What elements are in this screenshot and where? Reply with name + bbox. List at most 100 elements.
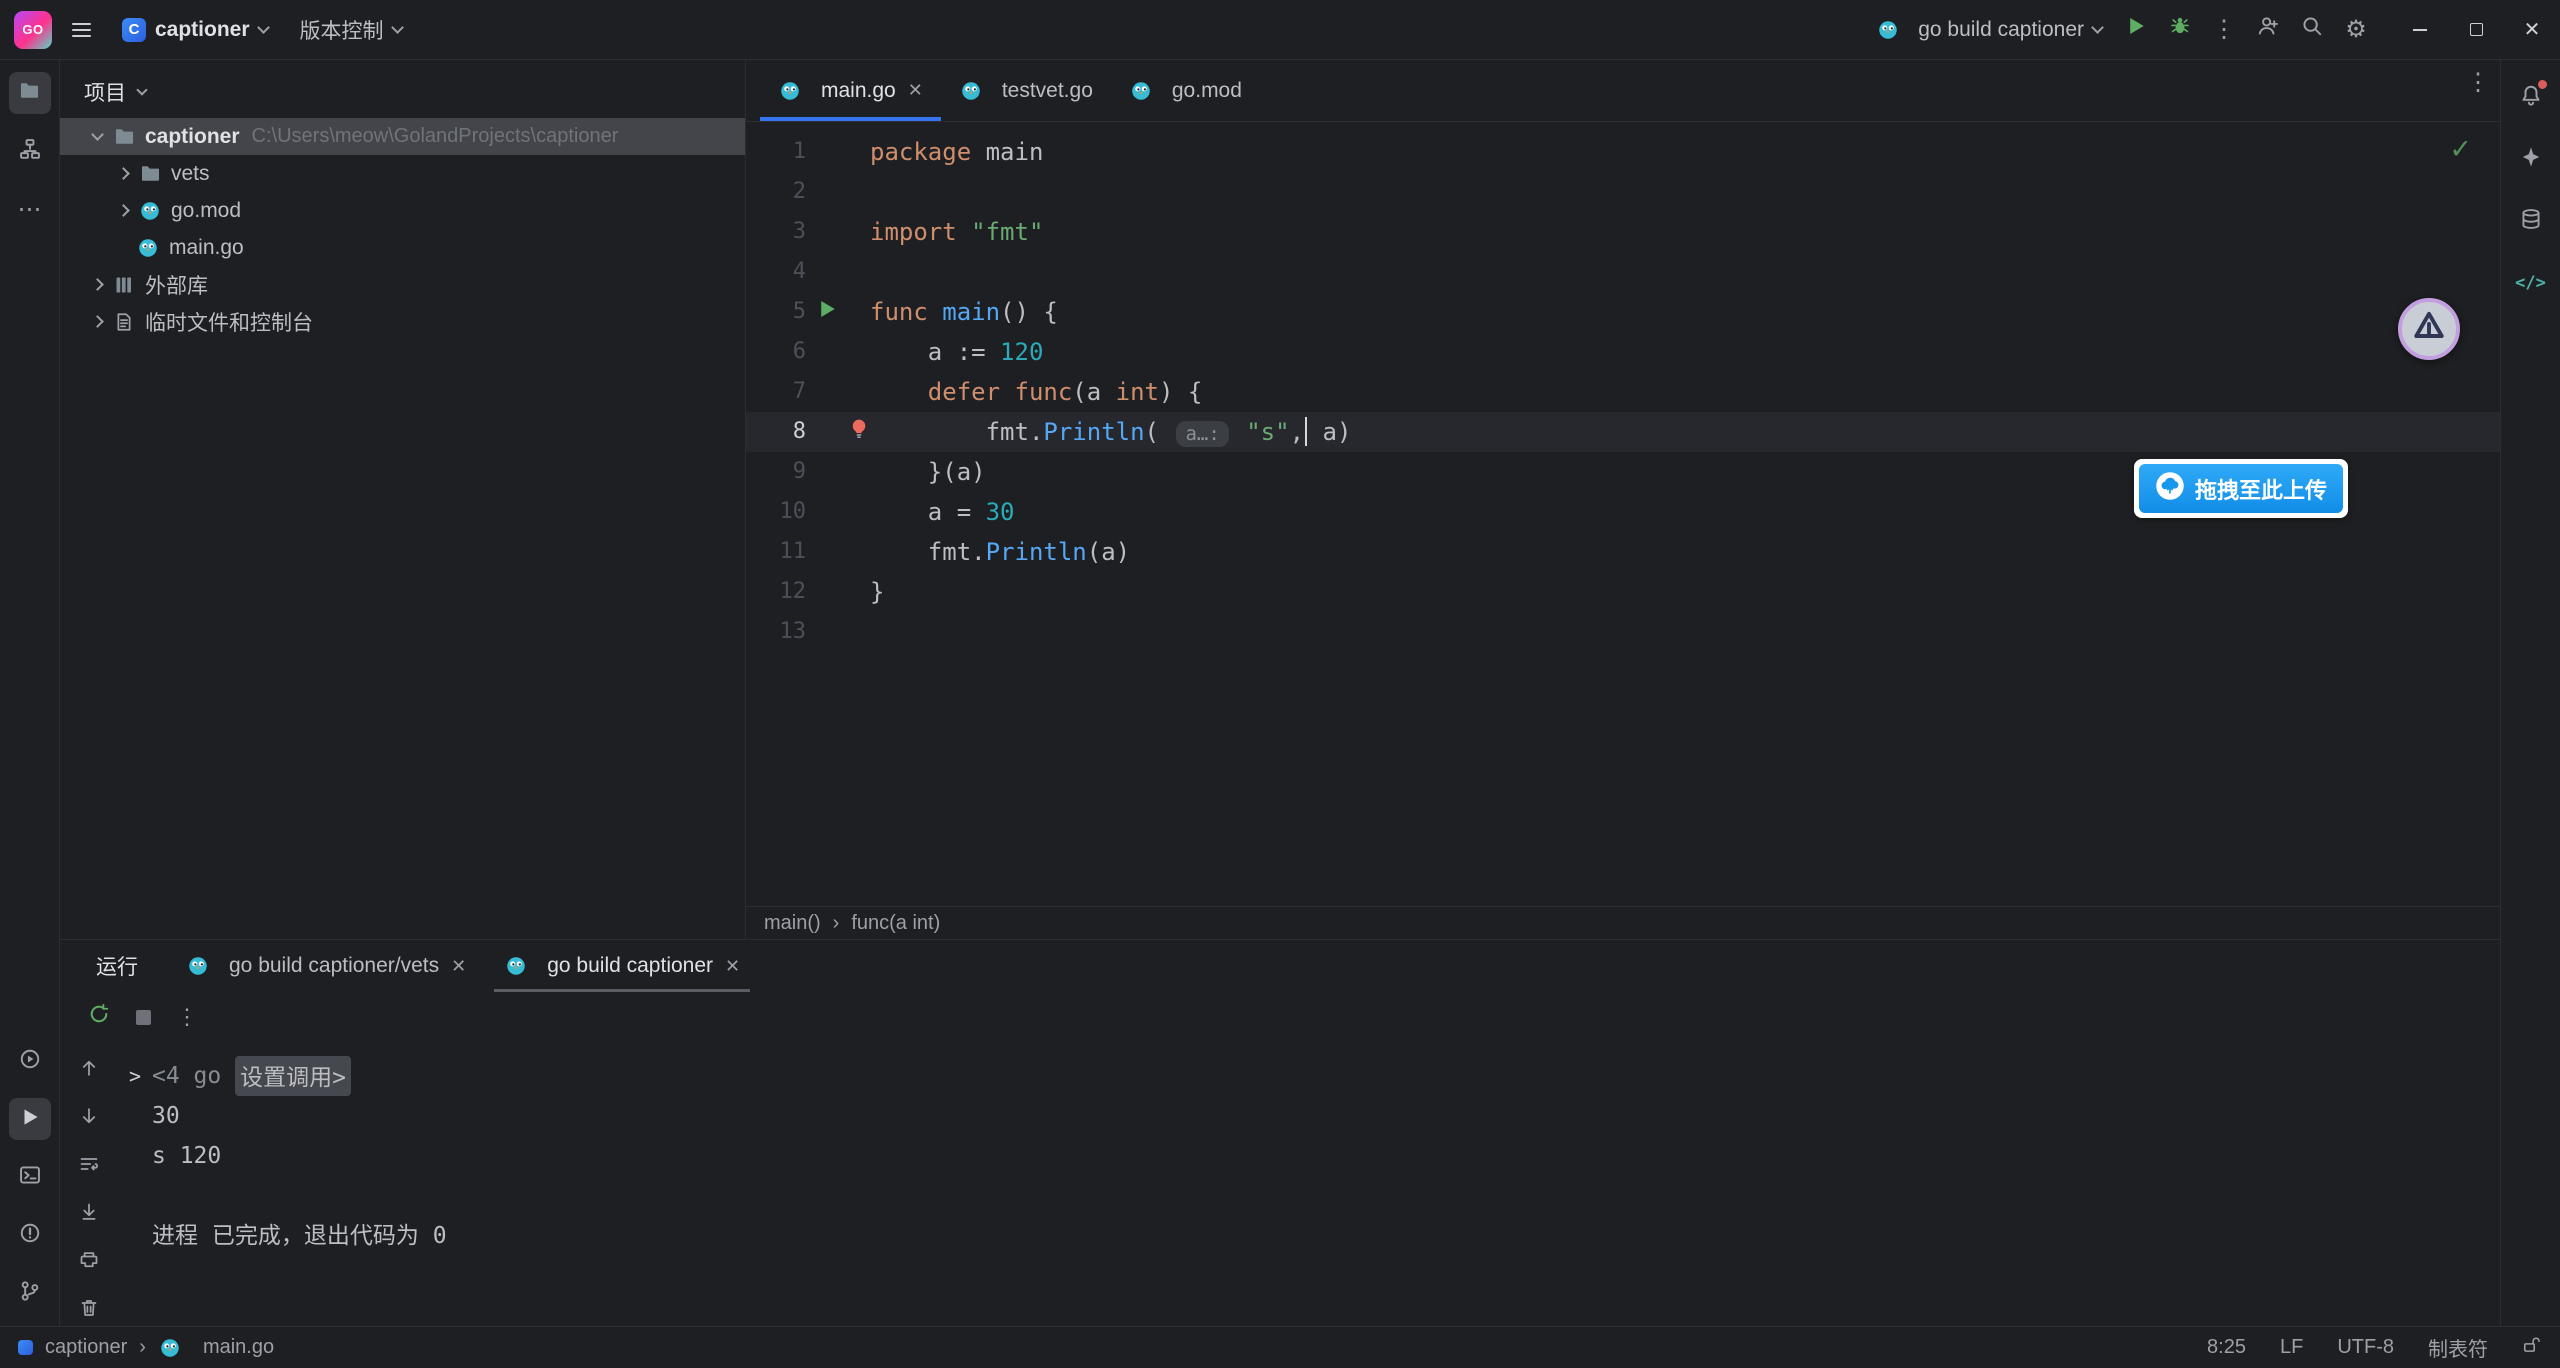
maximize-button[interactable] bbox=[2448, 0, 2504, 59]
fold-toggle-icon[interactable]: > bbox=[118, 1056, 152, 1096]
code-line[interactable]: 2 bbox=[746, 172, 2500, 212]
line-separator[interactable]: LF bbox=[2280, 1336, 2303, 1359]
line-number[interactable]: 7 bbox=[746, 372, 806, 412]
line-number[interactable]: 13 bbox=[746, 612, 806, 652]
line-number[interactable]: 10 bbox=[746, 492, 806, 532]
line-number[interactable]: 12 bbox=[746, 572, 806, 612]
clear-console-button[interactable] bbox=[67, 1295, 111, 1326]
run-tool-icon bbox=[19, 1106, 41, 1133]
code-token: main bbox=[971, 138, 1043, 166]
breadcrumb-item[interactable]: func(a int) bbox=[851, 912, 940, 935]
tool-more-button[interactable]: ⋯ bbox=[9, 188, 51, 230]
go-file-icon bbox=[959, 81, 983, 101]
tree-item-maingo[interactable]: main.go bbox=[60, 229, 745, 266]
stop-button[interactable] bbox=[124, 998, 162, 1036]
line-number[interactable]: 6 bbox=[746, 332, 806, 372]
intention-bulb-icon[interactable] bbox=[848, 412, 870, 452]
run-config-widget[interactable]: go build captioner bbox=[1864, 9, 2114, 51]
main-menu-button[interactable] bbox=[60, 9, 102, 51]
run-button[interactable] bbox=[2114, 8, 2158, 52]
close-tab-icon[interactable]: ✕ bbox=[451, 956, 466, 977]
tree-item-external-libraries[interactable]: 外部库 bbox=[60, 266, 745, 303]
inspections-ok-icon[interactable]: ✓ bbox=[2449, 134, 2472, 165]
gutter-icon-slot bbox=[806, 492, 870, 532]
line-number[interactable]: 5 bbox=[746, 292, 806, 332]
line-number[interactable]: 8 bbox=[746, 412, 806, 452]
debug-button[interactable] bbox=[2158, 8, 2202, 52]
readonly-lock-icon[interactable] bbox=[2522, 1335, 2542, 1361]
line-number[interactable]: 2 bbox=[746, 172, 806, 212]
line-number[interactable]: 11 bbox=[746, 532, 806, 572]
line-number[interactable]: 9 bbox=[746, 452, 806, 492]
next-occurrence-button[interactable] bbox=[67, 1104, 111, 1135]
status-project[interactable]: captioner bbox=[45, 1336, 127, 1359]
project-panel-header[interactable]: 项目 bbox=[60, 70, 745, 114]
code-line[interactable]: 13 bbox=[746, 612, 2500, 652]
console-gutter bbox=[118, 1096, 152, 1136]
code-with-me-button[interactable] bbox=[2246, 8, 2290, 52]
tool-structure-button[interactable] bbox=[9, 130, 51, 172]
tree-item-scratches[interactable]: 临时文件和控制台 bbox=[60, 303, 745, 340]
soft-wrap-button[interactable] bbox=[67, 1152, 111, 1183]
close-tab-icon[interactable]: ✕ bbox=[725, 956, 740, 977]
code-line[interactable]: 6 a := 120 bbox=[746, 332, 2500, 372]
file-encoding[interactable]: UTF-8 bbox=[2337, 1336, 2394, 1359]
notifications-button[interactable] bbox=[2510, 76, 2552, 118]
endpoints-button[interactable]: </> bbox=[2510, 262, 2552, 304]
editor-tab-go-mod[interactable]: go.mod bbox=[1111, 60, 1260, 121]
scroll-to-end-button[interactable] bbox=[67, 1199, 111, 1230]
tree-item-vets[interactable]: vets bbox=[60, 155, 745, 192]
go-icon bbox=[504, 956, 528, 976]
tool-services-button[interactable] bbox=[9, 1040, 51, 1082]
prev-occurrence-button[interactable] bbox=[67, 1056, 111, 1087]
line-number[interactable]: 3 bbox=[746, 212, 806, 252]
code-line[interactable]: 7 defer func(a int) { bbox=[746, 372, 2500, 412]
tool-run-button[interactable] bbox=[9, 1098, 51, 1140]
code-line[interactable]: 5func main() { bbox=[746, 292, 2500, 332]
tree-item-gomod[interactable]: go.mod bbox=[60, 192, 745, 229]
tool-terminal-button[interactable] bbox=[9, 1156, 51, 1198]
line-number[interactable]: 1 bbox=[746, 132, 806, 172]
close-button[interactable]: ✕ bbox=[2504, 0, 2560, 59]
project-widget[interactable]: C captioner bbox=[110, 9, 280, 51]
close-tab-icon[interactable]: ✕ bbox=[908, 80, 923, 101]
code-text: a := 120 bbox=[870, 332, 1043, 372]
code-line[interactable]: 1package main bbox=[746, 132, 2500, 172]
code-line[interactable]: 11 fmt.Println(a) bbox=[746, 532, 2500, 572]
tool-vcs-button[interactable] bbox=[9, 1272, 51, 1314]
upload-button[interactable]: 拖拽至此上传 bbox=[2139, 464, 2343, 513]
line-number[interactable]: 4 bbox=[746, 252, 806, 292]
more-actions-button[interactable]: ⋮ bbox=[2202, 8, 2246, 52]
status-file[interactable]: main.go bbox=[203, 1336, 274, 1359]
database-button[interactable] bbox=[2510, 200, 2552, 242]
code-token bbox=[1232, 418, 1246, 446]
console-token: 30 bbox=[152, 1096, 180, 1136]
code-line[interactable]: 3import "fmt" bbox=[746, 212, 2500, 252]
run-tab-captioner[interactable]: go build captioner ✕ bbox=[488, 940, 756, 992]
tool-problems-button[interactable] bbox=[9, 1214, 51, 1256]
editor-tab-testvet-go[interactable]: testvet.go bbox=[941, 60, 1111, 121]
floating-app-logo[interactable] bbox=[2398, 298, 2460, 360]
minimize-button[interactable] bbox=[2392, 0, 2448, 59]
ai-assistant-button[interactable] bbox=[2510, 138, 2552, 180]
rerun-button[interactable] bbox=[80, 998, 118, 1036]
print-button[interactable] bbox=[67, 1247, 111, 1278]
run-icon bbox=[2125, 15, 2147, 44]
editor-tabs-more-button[interactable]: ⋮ bbox=[2456, 60, 2500, 104]
code-line[interactable]: 12} bbox=[746, 572, 2500, 612]
tool-project-button[interactable] bbox=[9, 72, 51, 114]
vcs-widget[interactable]: 版本控制 bbox=[288, 9, 414, 51]
run-tab-vets[interactable]: go build captioner/vets ✕ bbox=[170, 940, 482, 992]
indent-style[interactable]: 制表符 bbox=[2428, 1333, 2488, 1362]
settings-button[interactable]: ⚙ bbox=[2334, 8, 2378, 52]
tree-item-captioner[interactable]: captioner C:\Users\meow\GolandProjects\c… bbox=[60, 118, 745, 155]
cursor-position[interactable]: 8:25 bbox=[2207, 1336, 2246, 1359]
breadcrumb-item[interactable]: main() bbox=[764, 912, 821, 935]
code-line[interactable]: 4 bbox=[746, 252, 2500, 292]
code-token: "s" bbox=[1246, 418, 1289, 446]
code-line[interactable]: 8 fmt.Println( a…: "s", a) bbox=[746, 412, 2500, 452]
console-more-button[interactable]: ⋮ bbox=[168, 998, 206, 1036]
search-everywhere-button[interactable] bbox=[2290, 8, 2334, 52]
run-line-icon[interactable] bbox=[816, 292, 838, 332]
editor-tab-main-go[interactable]: main.go ✕ bbox=[760, 60, 941, 121]
